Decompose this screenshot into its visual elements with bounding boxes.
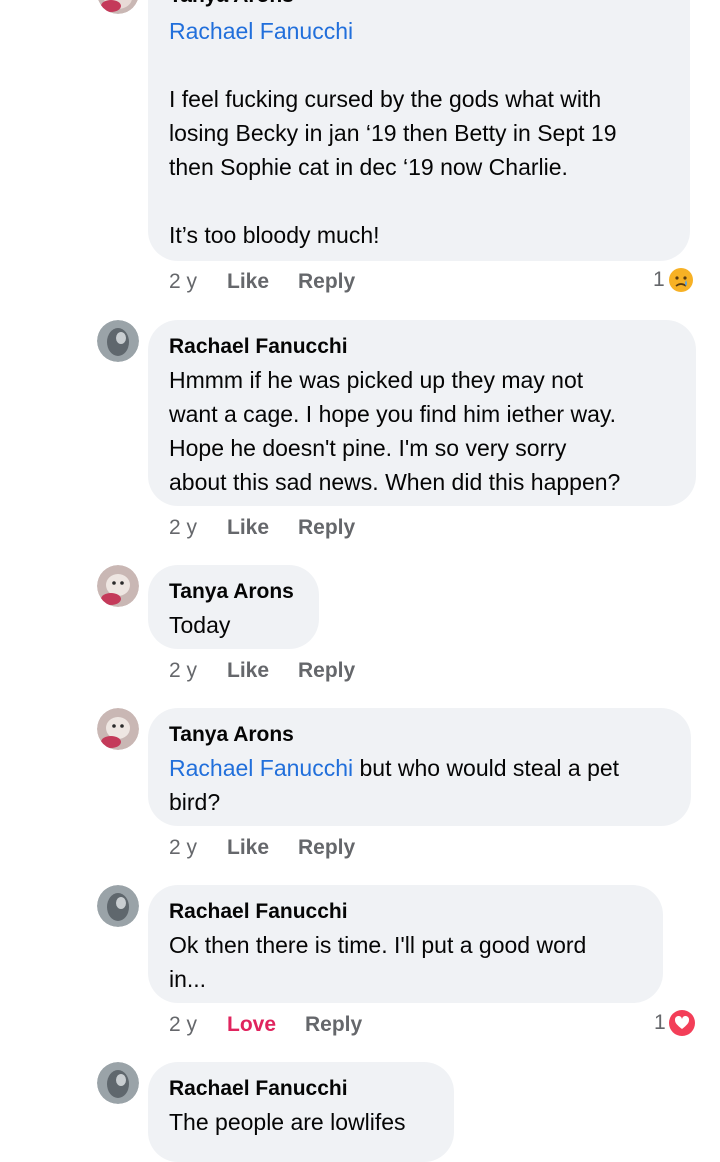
reply-button[interactable]: Reply xyxy=(298,659,355,683)
reply-button[interactable]: Reply xyxy=(298,836,355,860)
comment-bubble: Tanya Arons Today xyxy=(148,565,319,649)
comment-bubble: Rachael Fanucchi The people are lowlifes xyxy=(148,1062,454,1162)
comment-bubble: Tanya Arons Rachael Fanucchi I feel fuck… xyxy=(148,0,690,261)
reaction-count: 1 xyxy=(654,1011,666,1034)
sad-face-icon xyxy=(668,267,694,293)
comment-5: Rachael Fanucchi Ok then there is time. … xyxy=(0,885,720,1045)
avatar[interactable] xyxy=(97,885,139,927)
reply-button[interactable]: Reply xyxy=(298,516,355,540)
text-line: It’s too bloody much! xyxy=(169,222,380,248)
avatar[interactable] xyxy=(97,565,139,607)
reaction-summary[interactable]: 1 xyxy=(654,1010,695,1036)
comment-text: Today xyxy=(169,608,303,642)
comment-bubble: Tanya Arons Rachael Fanucchi but who wou… xyxy=(148,708,691,826)
comment-bubble: Rachael Fanucchi Ok then there is time. … xyxy=(148,885,663,1003)
text-line: want a cage. I hope you find him iether … xyxy=(169,401,617,427)
text-line: losing Becky in jan ‘19 then Betty in Se… xyxy=(169,120,617,146)
timestamp[interactable]: 2 y xyxy=(169,836,197,860)
text-line: bird? xyxy=(169,789,221,815)
comment-author[interactable]: Tanya Arons xyxy=(169,723,294,747)
comment-text: Ok then there is time. I'll put a good w… xyxy=(169,928,647,996)
comment-text: Hmmm if he was picked up they may not wa… xyxy=(169,363,680,499)
comment-author[interactable]: Rachael Fanucchi xyxy=(169,1077,348,1101)
text-line: Hmmm if he was picked up they may not xyxy=(169,367,584,393)
like-button[interactable]: Like xyxy=(227,270,269,294)
timestamp[interactable]: 2 y xyxy=(169,516,197,540)
text-line: The people are lowlifes xyxy=(169,1109,406,1135)
comment-3: Tanya Arons Today 2 y Like Reply xyxy=(0,565,720,685)
text-line: then Sophie cat in dec ‘19 now Charlie. xyxy=(169,154,568,180)
comment-2: Rachael Fanucchi Hmmm if he was picked u… xyxy=(0,320,720,540)
timestamp[interactable]: 2 y xyxy=(169,1013,197,1037)
heart-icon xyxy=(668,1010,695,1036)
text-line: about this sad news. When did this happe… xyxy=(169,469,621,495)
comment-4: Tanya Arons Rachael Fanucchi but who wou… xyxy=(0,708,720,868)
love-button[interactable]: Love xyxy=(227,1013,276,1037)
mention-link[interactable]: Rachael Fanucchi xyxy=(169,14,674,48)
avatar[interactable] xyxy=(97,0,139,14)
timestamp[interactable]: 2 y xyxy=(169,270,197,294)
like-button[interactable]: Like xyxy=(227,659,269,683)
text-segment: but who would steal a pet xyxy=(353,755,620,781)
comment-6: Rachael Fanucchi The people are lowlifes xyxy=(0,1062,720,1162)
avatar[interactable] xyxy=(97,320,139,362)
text-line: Ok then there is time. I'll put a good w… xyxy=(169,932,587,958)
comment-1: Tanya Arons Rachael Fanucchi I feel fuck… xyxy=(0,0,720,300)
text-line: in... xyxy=(169,966,207,992)
reply-button[interactable]: Reply xyxy=(298,270,355,294)
timestamp[interactable]: 2 y xyxy=(169,659,197,683)
mention-link[interactable]: Rachael Fanucchi xyxy=(169,755,353,781)
like-button[interactable]: Like xyxy=(227,516,269,540)
reaction-summary[interactable]: 1 xyxy=(653,267,694,293)
like-button[interactable]: Like xyxy=(227,836,269,860)
comment-text: Rachael Fanucchi but who would steal a p… xyxy=(169,751,675,819)
comment-author[interactable]: Tanya Arons xyxy=(169,580,294,604)
reply-button[interactable]: Reply xyxy=(305,1013,362,1037)
avatar[interactable] xyxy=(97,1062,139,1104)
comment-text: The people are lowlifes xyxy=(169,1105,438,1139)
comment-author[interactable]: Rachael Fanucchi xyxy=(169,900,348,924)
comment-author[interactable]: Tanya Arons xyxy=(169,0,294,8)
comment-bubble: Rachael Fanucchi Hmmm if he was picked u… xyxy=(148,320,696,506)
avatar[interactable] xyxy=(97,708,139,750)
comment-text: Rachael Fanucchi I feel fucking cursed b… xyxy=(169,14,674,252)
text-line: I feel fucking cursed by the gods what w… xyxy=(169,86,602,112)
comment-author[interactable]: Rachael Fanucchi xyxy=(169,335,348,359)
text-line: Hope he doesn't pine. I'm so very sorry xyxy=(169,435,567,461)
text-line: Today xyxy=(169,612,231,638)
reaction-count: 1 xyxy=(653,268,665,291)
